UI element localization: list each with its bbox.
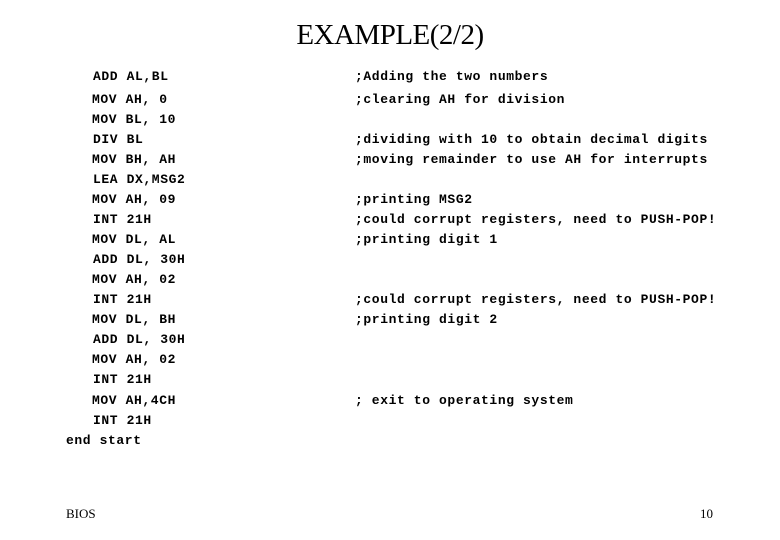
code-line: INT 21H xyxy=(93,212,152,227)
comment-line: ;printing digit 1 xyxy=(355,232,498,247)
comment-line: ;moving remainder to use AH for interrup… xyxy=(355,152,708,167)
comment-line: ;printing digit 2 xyxy=(355,312,498,327)
code-line: ADD DL, 30H xyxy=(93,252,186,267)
code-line: MOV AH,4CH xyxy=(92,393,177,408)
slide-title: EXAMPLE(2/2) xyxy=(296,19,484,51)
code-line: MOV DL, AL xyxy=(92,232,177,247)
code-line: MOV BH, AH xyxy=(92,152,177,167)
code-line: ADD DL, 30H xyxy=(93,332,186,347)
code-line: INT 21H xyxy=(93,413,152,428)
page-number: 10 xyxy=(700,506,713,521)
comment-line: ;Adding the two numbers xyxy=(355,69,549,84)
comment-line: ;could corrupt registers, need to PUSH-P… xyxy=(355,212,717,227)
comment-line: ;printing MSG2 xyxy=(355,192,473,207)
comment-line: ;clearing AH for division xyxy=(355,92,566,107)
comment-line: ;dividing with 10 to obtain decimal digi… xyxy=(355,132,708,147)
code-line: ADD AL,BL xyxy=(93,69,169,84)
code-line: end start xyxy=(66,433,142,448)
code-line: MOV AH, 02 xyxy=(92,352,177,367)
comment-line: ;could corrupt registers, need to PUSH-P… xyxy=(355,292,717,307)
comment-line: ; exit to operating system xyxy=(355,393,574,408)
code-line: MOV DL, BH xyxy=(92,312,177,327)
code-line: MOV BL, 10 xyxy=(92,112,177,127)
code-line: MOV AH, 09 xyxy=(92,192,177,207)
code-line: MOV AH, 0 xyxy=(92,92,168,107)
code-line: LEA DX,MSG2 xyxy=(93,172,186,187)
code-line: MOV AH, 02 xyxy=(92,272,177,287)
code-line: INT 21H xyxy=(93,372,152,387)
code-line: INT 21H xyxy=(93,292,152,307)
footer-label: BIOS xyxy=(66,506,96,521)
code-line: DIV BL xyxy=(93,132,144,147)
